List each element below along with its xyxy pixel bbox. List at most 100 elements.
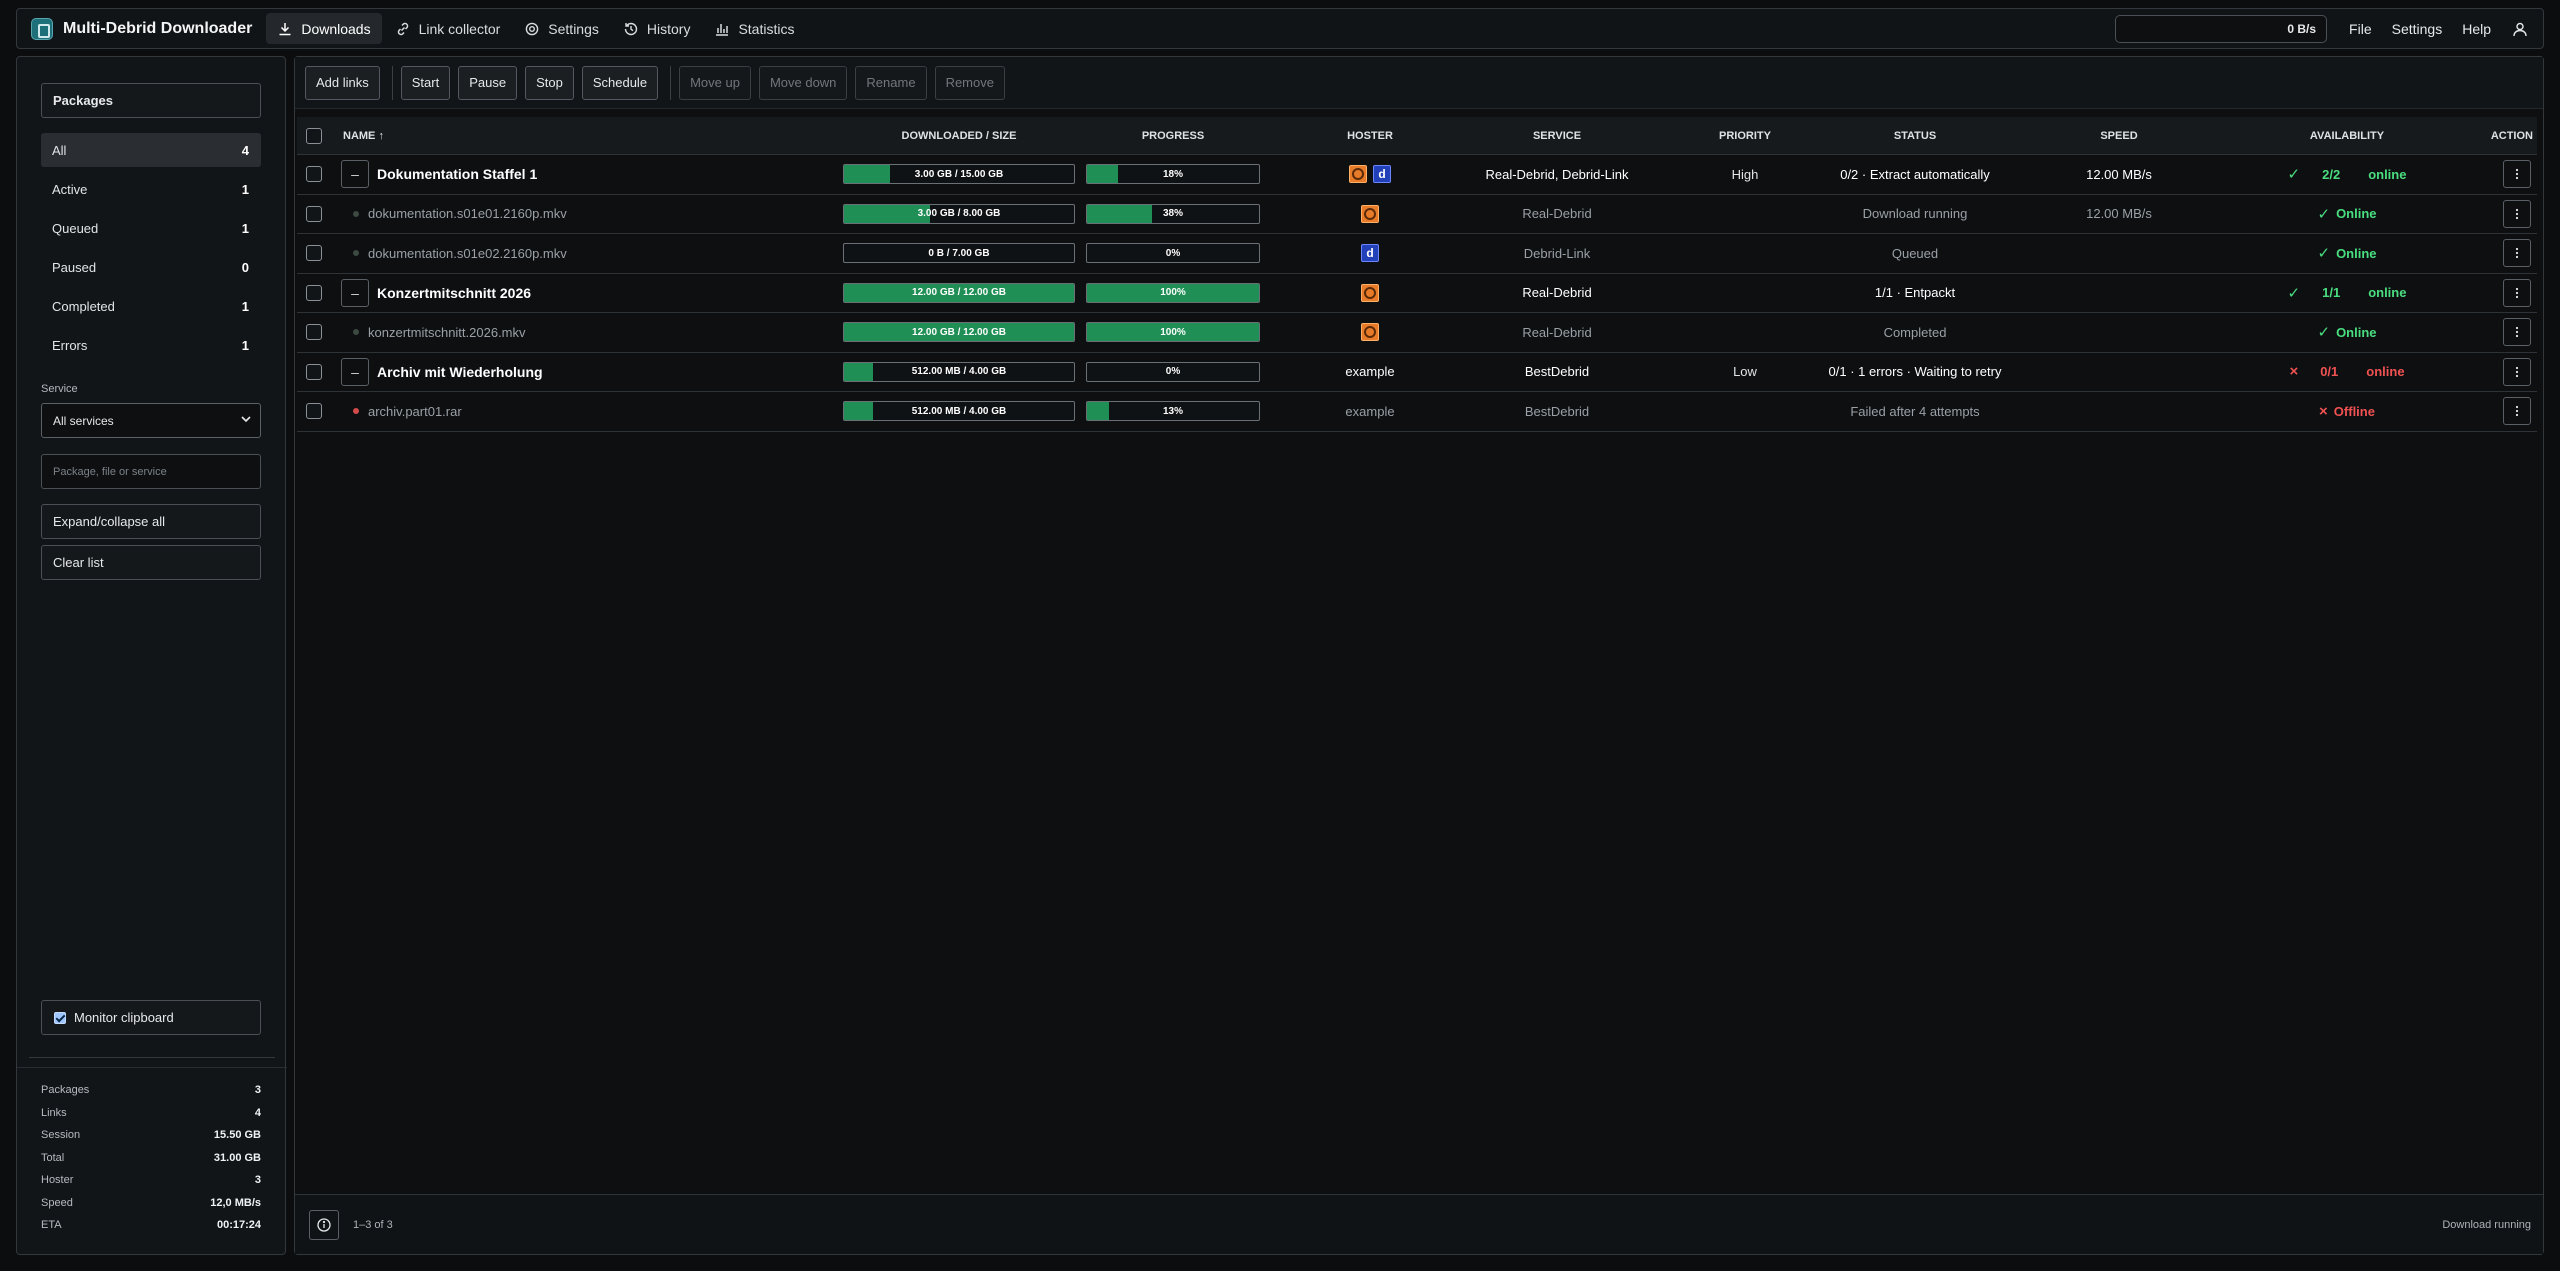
row-checkbox[interactable] (306, 363, 322, 380)
more-options-button[interactable] (2503, 160, 2531, 189)
status-text: Failed after 4 attempts (1850, 403, 1980, 419)
row-checkbox[interactable] (306, 166, 322, 183)
clear-list-button[interactable]: Clear list (41, 545, 261, 580)
size-label: 512.00 MB / 4.00 GB (911, 405, 1007, 417)
row-checkbox[interactable] (306, 403, 322, 420)
stat-value: 15.50 GB (213, 1129, 261, 1142)
menu-settings[interactable]: Settings (2382, 21, 2453, 37)
expand-collapse-button[interactable]: Expand/collapse all (41, 504, 261, 539)
row-checkbox[interactable] (306, 284, 322, 301)
file-name: konzertmitschnitt.2026.mkv (368, 324, 526, 340)
stat-eta: ETA 00:17:24 (41, 1214, 261, 1237)
move-up-button[interactable]: Move up (679, 65, 751, 100)
filter-completed[interactable]: Completed 1 (41, 289, 261, 323)
file-row[interactable]: konzertmitschnitt.2026.mkv 12.00 GB / 12.… (297, 313, 2537, 353)
start-button[interactable]: Start (400, 65, 451, 100)
search-input[interactable] (41, 454, 261, 489)
filter-label: All (52, 142, 67, 158)
filter-queued[interactable]: Queued 1 (41, 211, 261, 245)
more-options-button[interactable] (2503, 357, 2531, 386)
tab-statistics[interactable]: Statistics (703, 13, 805, 44)
pause-button[interactable]: Pause (458, 65, 518, 100)
menu-file[interactable]: File (2339, 21, 2382, 37)
select-all-checkbox[interactable] (306, 127, 322, 144)
download-icon (277, 21, 293, 37)
filter-label: Active (52, 181, 88, 197)
column-priority[interactable]: PRIORITY (1635, 130, 1855, 142)
collapse-button[interactable]: – (341, 278, 369, 307)
progress-bar: 18% (1086, 164, 1260, 185)
more-options-button[interactable] (2503, 318, 2531, 347)
info-icon[interactable] (309, 1209, 339, 1240)
stop-button[interactable]: Stop (525, 65, 574, 100)
tab-link-collector[interactable]: Link collector (384, 13, 512, 44)
row-checkbox[interactable] (306, 205, 322, 222)
collapse-button[interactable]: – (341, 357, 369, 386)
more-options-button[interactable] (2503, 278, 2531, 307)
monitor-clipboard-checkbox[interactable] (54, 1011, 66, 1024)
column-name[interactable]: NAME ↑ (331, 130, 833, 142)
tab-history[interactable]: History (612, 13, 702, 44)
schedule-button[interactable]: Schedule (581, 65, 659, 100)
kebab-menu-icon (2515, 406, 2519, 417)
filter-active[interactable]: Active 1 (41, 172, 261, 206)
table-footer: 1–3 of 3 Download running (295, 1194, 2543, 1254)
toolbar-separator (670, 65, 672, 100)
filter-errors[interactable]: Errors 1 (41, 328, 261, 362)
stat-label: Total (41, 1151, 65, 1164)
availability-text: online (2368, 166, 2407, 182)
column-service[interactable]: SERVICE (1479, 130, 1635, 142)
column-hoster[interactable]: HOSTER (1261, 130, 1479, 142)
progress-bar: 13% (1086, 401, 1260, 422)
column-size[interactable]: DOWNLOADED / SIZE (833, 130, 1085, 142)
size-label: 3.00 GB / 8.00 GB (917, 208, 1001, 220)
size-progress-bar: 512.00 MB / 4.00 GB (843, 401, 1075, 422)
more-options-button[interactable] (2503, 397, 2531, 426)
row-checkbox[interactable] (306, 324, 322, 341)
more-options-button[interactable] (2503, 239, 2531, 268)
priority: High (1731, 166, 1759, 182)
file-row[interactable]: archiv.part01.rar 512.00 MB / 4.00 GB 13% e… (297, 392, 2537, 432)
row-checkbox[interactable] (306, 245, 322, 262)
filter-count: 4 (241, 142, 249, 158)
filter-count: 1 (241, 181, 249, 197)
progress-label: 0% (1165, 366, 1181, 378)
column-progress[interactable]: PROGRESS (1085, 130, 1261, 142)
column-speed[interactable]: SPEED (1975, 130, 2263, 142)
column-status[interactable]: STATUS (1855, 130, 1975, 142)
status-text: Download running (1862, 206, 1968, 222)
file-row[interactable]: dokumentation.s01e01.2160p.mkv 3.00 GB / … (297, 195, 2537, 234)
kebab-menu-icon (2515, 327, 2519, 338)
remove-button[interactable]: Remove (934, 65, 1005, 100)
check-icon: ✓ (2317, 205, 2331, 223)
tab-downloads[interactable]: Downloads (266, 13, 382, 44)
service-name: Real-Debrid (1522, 206, 1592, 222)
more-options-button[interactable] (2503, 199, 2531, 228)
filter-label: Queued (52, 220, 99, 236)
filter-all[interactable]: All 4 (41, 133, 261, 167)
user-icon[interactable] (2505, 14, 2535, 44)
package-row[interactable]: – Konzertmitschnitt 2026 12.00 GB / 12.00 … (297, 274, 2537, 313)
monitor-clipboard-toggle[interactable]: Monitor clipboard (41, 1000, 261, 1035)
package-row[interactable]: – Archiv mit Wiederholung 512.00 MB / 4.00… (297, 353, 2537, 392)
collapse-button[interactable]: – (341, 160, 369, 189)
package-row[interactable]: – Dokumentation Staffel 1 3.00 GB / 15.00 … (297, 155, 2537, 195)
move-down-button[interactable]: Move down (758, 65, 848, 100)
add-links-button[interactable]: Add links (305, 65, 380, 100)
packages-button[interactable]: Packages (41, 83, 261, 118)
tab-settings[interactable]: Settings (513, 13, 610, 44)
real-debrid-icon (1361, 323, 1379, 342)
column-availability[interactable]: AVAILABILITY (2263, 130, 2431, 142)
availability-text: Online (2336, 245, 2377, 261)
service-select[interactable]: All services (41, 403, 261, 438)
rename-button[interactable]: Rename (855, 65, 927, 100)
file-row[interactable]: dokumentation.s01e02.2160p.mkv 0 B / 7.00… (297, 234, 2537, 274)
menu-help[interactable]: Help (2452, 21, 2501, 37)
package-name: Konzertmitschnitt 2026 (377, 284, 532, 301)
size-label: 3.00 GB / 15.00 GB (914, 168, 1004, 180)
filter-list: All 4 Active 1 Queued 1 Paused 0 Completed 1 Error… (41, 133, 261, 367)
filter-paused[interactable]: Paused 0 (41, 250, 261, 284)
column-action: ACTION (2490, 129, 2533, 142)
progress-label: 100% (1160, 287, 1186, 299)
footer-status: Download running (2442, 1218, 2531, 1231)
